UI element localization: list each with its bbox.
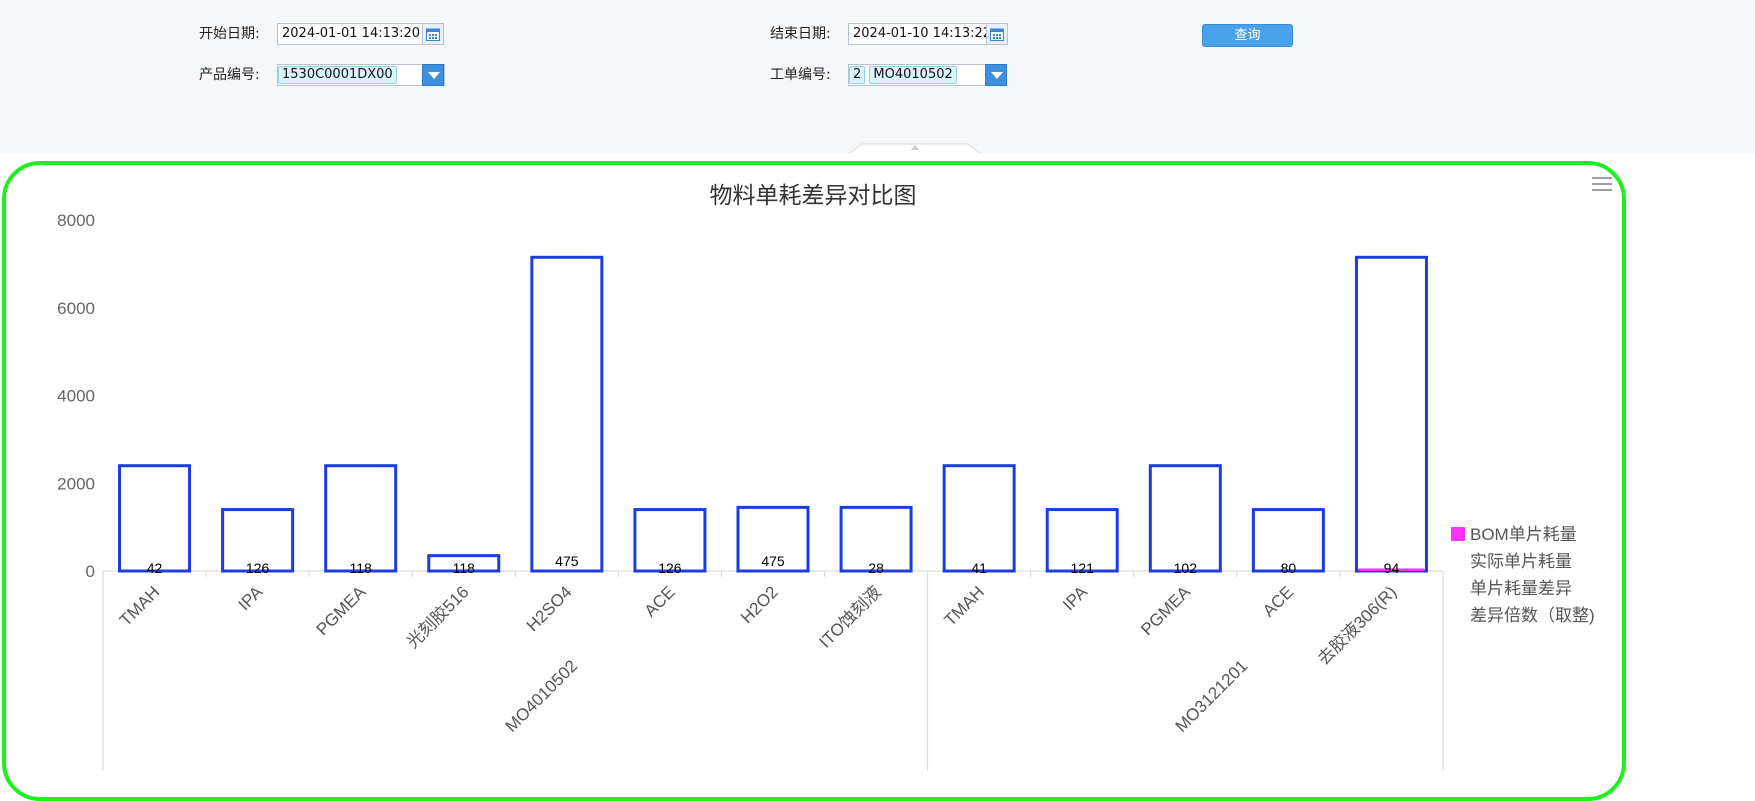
x-tick-label: ITO蚀刻液: [816, 582, 885, 651]
bar-actual: [1356, 257, 1426, 571]
legend-item: BOM单片耗量: [1470, 525, 1577, 544]
y-tick-label: 8000: [57, 211, 95, 230]
data-label: 118: [350, 560, 373, 576]
legend-item: 差异倍数（取整): [1470, 606, 1595, 625]
bar-actual: [326, 466, 396, 571]
x-tick-label: TMAH: [116, 582, 163, 629]
x-tick-label: PGMEA: [313, 582, 370, 639]
data-label: 42: [147, 560, 163, 576]
data-label: 118: [453, 560, 476, 576]
data-label: 80: [1281, 560, 1297, 576]
data-label: 28: [868, 560, 884, 576]
data-label: 94: [1384, 560, 1400, 576]
legend-swatch: [1451, 527, 1465, 541]
y-tick-label: 6000: [57, 299, 95, 318]
y-tick-label: 0: [86, 562, 95, 581]
data-label: 126: [658, 560, 682, 576]
data-label: 41: [971, 560, 987, 576]
group-label: MO3121201: [1172, 656, 1252, 736]
legend-item: 单片耗量差异: [1470, 579, 1572, 598]
x-tick-label: 去胶液306(R): [1314, 582, 1400, 668]
x-tick-label: ACE: [1259, 582, 1297, 620]
y-tick-label: 4000: [57, 387, 95, 406]
bar-actual: [532, 257, 602, 571]
y-tick-label: 2000: [57, 474, 95, 493]
data-label: 475: [555, 553, 579, 569]
x-tick-label: H2SO4: [523, 582, 576, 635]
chart-title: 物料单耗差异对比图: [710, 182, 917, 208]
legend-item: 实际单片耗量: [1470, 552, 1572, 571]
x-tick-label: 光刻胶516: [403, 582, 473, 652]
x-tick-label: ACE: [641, 582, 679, 620]
bar-actual: [944, 466, 1014, 571]
x-tick-label: H2O2: [737, 582, 782, 627]
x-tick-label: IPA: [235, 582, 267, 614]
group-label: MO4010502: [502, 656, 582, 736]
data-label: 121: [1071, 560, 1095, 576]
x-tick-label: TMAH: [940, 582, 987, 629]
data-label: 126: [246, 560, 270, 576]
bar-actual: [1150, 466, 1220, 571]
x-tick-label: IPA: [1059, 582, 1091, 614]
bar-chart: 物料单耗差异对比图 0 2000 4000 6000 8000 42 TMAH 126 IPA 11…: [0, 0, 1755, 770]
x-tick-label: PGMEA: [1137, 582, 1194, 639]
data-label: 102: [1174, 560, 1198, 576]
data-label: 475: [761, 553, 785, 569]
bar-actual: [120, 466, 190, 571]
